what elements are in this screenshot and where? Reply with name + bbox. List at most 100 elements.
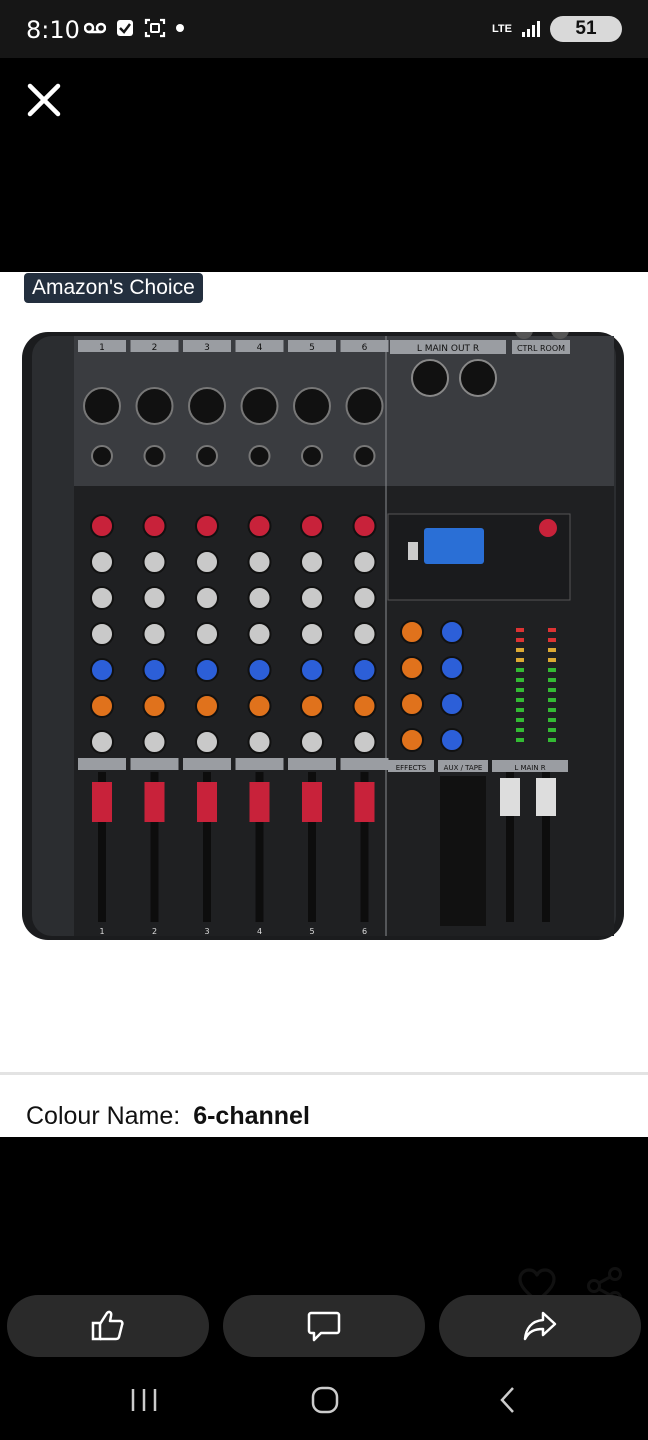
recents-button[interactable] [122, 1380, 166, 1420]
meter-led [516, 638, 524, 642]
close-icon [27, 83, 61, 117]
xlr-input [240, 387, 279, 425]
channel-knob [90, 658, 114, 682]
effects-knob [440, 620, 464, 644]
product-image[interactable]: 1 2 3 4 5 6 1 2 3 4 5 6 L MAIN OUT R CTRL ROOM EFF… [20, 332, 626, 942]
xlr-input [135, 387, 174, 425]
fader-header [340, 758, 389, 770]
channel-knob [195, 586, 219, 610]
voicemail-icon [84, 22, 106, 34]
line-input [143, 445, 166, 467]
effects-knob [440, 692, 464, 716]
action-bar [0, 1292, 648, 1360]
channel-knob [247, 622, 272, 646]
fader-cap [249, 782, 270, 822]
back-button[interactable] [486, 1380, 530, 1420]
close-button[interactable] [24, 80, 64, 120]
channel-knob [247, 730, 272, 754]
fader-header [235, 758, 284, 770]
xlr-input [345, 387, 384, 425]
channel-knob [142, 658, 167, 682]
forward-arrow-icon [523, 1311, 557, 1341]
fader-channel-number: 1 [99, 927, 104, 936]
channel-knob [142, 694, 167, 718]
channel-number: 2 [152, 343, 158, 353]
fader-channel-number: 6 [362, 927, 367, 936]
channel-knob [142, 622, 167, 646]
meter-led [516, 728, 524, 732]
fader-header [183, 758, 231, 770]
effects-knob [400, 656, 424, 680]
meter-led [548, 668, 556, 672]
channel-knob [195, 622, 219, 646]
ctrl-room-label: CTRL ROOM [517, 344, 565, 353]
channel-knob [195, 694, 219, 718]
fader-cap [354, 782, 375, 822]
system-nav-bar [0, 1360, 648, 1440]
channel-knob [90, 622, 114, 646]
effects-knob [400, 620, 424, 644]
fader-cap [92, 782, 112, 822]
battery-level: 51 [575, 18, 597, 39]
status-right: LTE 51 [492, 16, 622, 42]
notification-dot-icon [176, 24, 184, 32]
status-notification-icons [84, 18, 184, 38]
screenshot-icon [144, 18, 166, 38]
effects-knob [400, 728, 424, 752]
main-lr-label: L MAIN R [514, 764, 545, 772]
line-input [353, 445, 376, 467]
home-icon [311, 1386, 339, 1414]
meter-led [516, 718, 524, 722]
channel-knob [352, 622, 377, 646]
channel-number: 5 [309, 343, 315, 353]
forward-button[interactable] [439, 1295, 641, 1357]
xlr-input [293, 387, 331, 425]
channel-knob [90, 586, 114, 610]
line-input [248, 445, 271, 467]
channel-knob [195, 550, 219, 574]
meter-led [516, 648, 524, 652]
channel-knob [300, 586, 324, 610]
comment-button[interactable] [223, 1295, 425, 1357]
channel-knob [300, 730, 324, 754]
thumbs-up-icon [91, 1310, 124, 1341]
meter-led [516, 668, 524, 672]
line-input [196, 445, 218, 467]
viewer-header [0, 58, 648, 272]
fader-channel-number: 5 [309, 927, 314, 936]
channel-knob [195, 514, 219, 538]
effects-knob [440, 728, 464, 752]
meter-led [548, 628, 556, 632]
fader-header [288, 758, 336, 770]
product-image-area[interactable]: Amazon's Choice 1 2 3 4 5 6 1 2 3 4 5 6 L MAIN OUT… [0, 272, 648, 1319]
like-button[interactable] [7, 1295, 209, 1357]
fader-cap [197, 782, 217, 822]
home-button[interactable] [303, 1380, 347, 1420]
meter-led [516, 708, 524, 712]
back-icon [500, 1387, 514, 1413]
channel-knob [352, 694, 377, 718]
effects-knob [400, 692, 424, 716]
signal-icon [522, 21, 540, 37]
fader-channel-number: 4 [257, 927, 262, 936]
fader-header [130, 758, 179, 770]
meter-led [548, 738, 556, 742]
channel-number: 3 [204, 343, 210, 353]
meter-led [548, 678, 556, 682]
channel-knob [247, 550, 272, 574]
channel-knob [90, 550, 114, 574]
channel-knob [195, 730, 219, 754]
channel-number: 6 [362, 343, 368, 353]
meter-led [516, 678, 524, 682]
network-type: LTE [492, 23, 512, 35]
meter-led [548, 638, 556, 642]
meter-led [516, 628, 524, 632]
colour-selection: Colour Name: 6-channel [0, 1075, 648, 1137]
channel-knob [300, 550, 324, 574]
effects-knob [440, 656, 464, 680]
channel-knob [300, 694, 324, 718]
meter-led [548, 658, 556, 662]
channel-knob [352, 730, 377, 754]
line-input [91, 445, 113, 467]
channel-knob [90, 730, 114, 754]
